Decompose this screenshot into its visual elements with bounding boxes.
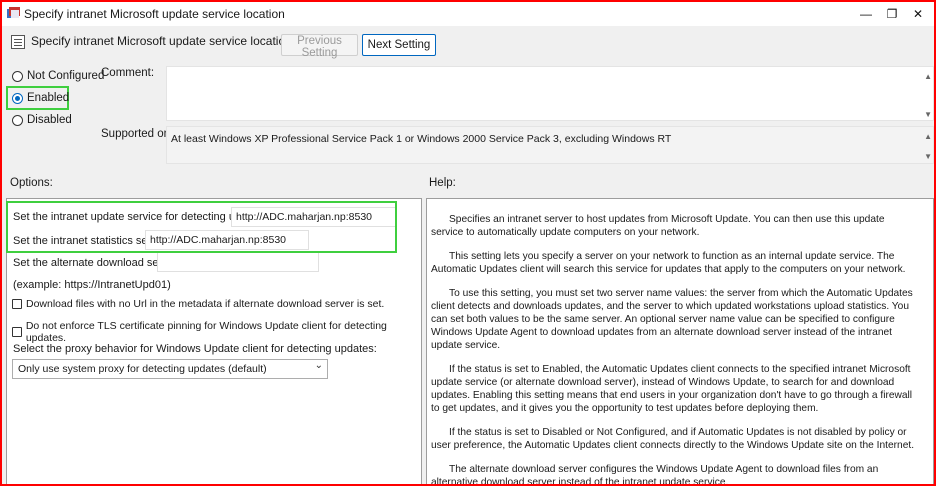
title-bar[interactable]: Specify intranet Microsoft update servic…	[2, 2, 934, 26]
chevron-down-icon[interactable]: ⌄	[315, 360, 323, 371]
radio-circle[interactable]	[12, 70, 23, 82]
comment-textarea[interactable]	[166, 66, 934, 121]
checkbox-label: Download files with no Url in the metada…	[26, 298, 385, 310]
scroll-up-icon[interactable]: ▲	[924, 72, 932, 81]
radio-label: Enabled	[27, 92, 70, 104]
policy-setting-icon	[11, 35, 25, 49]
help-paragraph: To use this setting, you must set two se…	[431, 288, 913, 351]
radio-enabled[interactable]: Enabled	[12, 90, 69, 106]
radio-not-configured[interactable]: Not Configured	[12, 68, 104, 84]
help-paragraph: Specifies an intranet server to host upd…	[431, 214, 885, 238]
alt-download-input[interactable]	[157, 252, 319, 272]
help-panel[interactable]: Specifies an intranet server to host upd…	[426, 198, 934, 486]
checkbox-tls-pinning[interactable]: Do not enforce TLS certificate pinning f…	[12, 320, 421, 344]
window-title: Specify intranet Microsoft update servic…	[24, 7, 285, 21]
policy-dialog-window: Specify intranet Microsoft update servic…	[0, 0, 936, 486]
scroll-down-icon[interactable]: ▼	[924, 152, 932, 161]
checkbox-no-url[interactable]: Download files with no Url in the metada…	[12, 298, 384, 310]
radio-circle[interactable]	[12, 114, 23, 126]
help-paragraph: If the status is set to Enabled, the Aut…	[431, 364, 913, 414]
help-paragraph: If the status is set to Disabled or Not …	[431, 427, 915, 451]
radio-label: Not Configured	[27, 70, 105, 82]
radio-disabled[interactable]: Disabled	[12, 112, 72, 128]
setting-title: Specify intranet Microsoft update servic…	[31, 34, 292, 48]
scroll-down-icon[interactable]: ▼	[924, 110, 932, 119]
close-icon[interactable]: ✕	[906, 5, 930, 23]
checkbox-box[interactable]	[12, 327, 22, 337]
comment-label: Comment:	[101, 67, 155, 79]
alt-download-label: Set the alternate download server:	[13, 257, 181, 269]
checkbox-label: Do not enforce TLS certificate pinning f…	[25, 320, 387, 344]
next-setting-button[interactable]: Next Setting	[362, 34, 436, 56]
restore-icon[interactable]: ❐	[880, 5, 904, 23]
scroll-up-icon[interactable]: ▲	[924, 132, 932, 141]
options-section-label: Options:	[10, 177, 53, 189]
supported-on-value: At least Windows XP Professional Service…	[166, 126, 934, 164]
proxy-select[interactable]: Only use system proxy for detecting upda…	[12, 359, 328, 379]
help-paragraph: The alternate download server configures…	[431, 464, 879, 486]
radio-label: Disabled	[27, 114, 72, 126]
example-text: (example: https://IntranetUpd01)	[13, 279, 171, 291]
previous-setting-button[interactable]: Previous Setting	[281, 34, 358, 59]
proxy-select-value: Only use system proxy for detecting upda…	[18, 363, 267, 375]
policy-app-icon	[7, 7, 20, 18]
help-text: Specifies an intranet server to host upd…	[431, 213, 919, 486]
help-paragraph: This setting lets you specify a server o…	[431, 251, 906, 275]
help-section-label: Help:	[429, 177, 456, 189]
supported-on-label: Supported on:	[101, 128, 174, 140]
radio-circle[interactable]	[12, 92, 23, 104]
highlight-server-fields	[6, 201, 397, 253]
checkbox-box[interactable]	[12, 299, 22, 309]
proxy-label: Select the proxy behavior for Windows Up…	[13, 343, 377, 355]
minimize-icon[interactable]: —	[854, 5, 878, 23]
